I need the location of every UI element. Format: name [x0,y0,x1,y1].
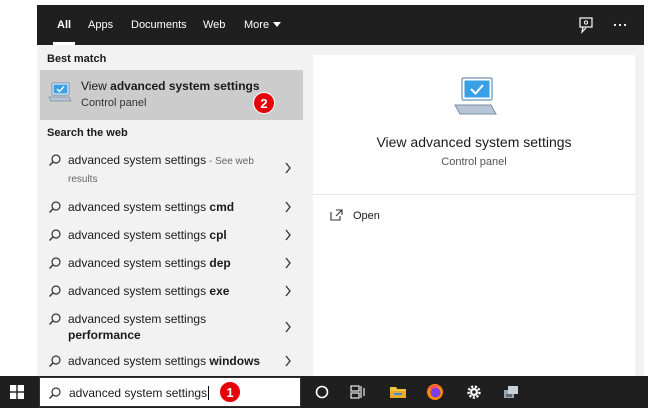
web-result-text: advanced system settings cpl [68,227,268,243]
web-result-suffix: exe [209,284,230,298]
web-result-query: advanced system settings [68,153,207,167]
search-value: advanced system settings [69,386,208,400]
best-match-title: View advanced system settings [81,79,260,93]
more-options-icon[interactable] [611,16,629,34]
best-match-title-bold: advanced system settings [110,79,260,93]
windows-start-icon[interactable] [10,385,24,399]
web-result-item[interactable]: advanced system settings cpl [40,223,303,247]
web-result-query: advanced system settings [68,284,210,298]
chevron-right-icon [285,229,291,241]
open-icon [330,209,343,221]
search-icon [49,257,61,269]
search-icon [49,355,61,367]
search-icon [49,285,61,297]
web-result-text: advanced system settings exe [68,283,268,299]
chevron-down-icon [273,21,282,27]
search-web-header: Search the web [47,127,128,139]
chevron-right-icon [285,257,291,269]
web-result-suffix: cpl [209,228,227,242]
monitor-check-icon [48,82,72,102]
taskbar-search-input[interactable]: advanced system settings [39,377,301,407]
feedback-icon[interactable] [577,16,595,34]
desktop-area-right [644,0,648,376]
web-result-text: advanced system settings performance [68,311,268,343]
windows-search-panel: All Apps Documents Web More Best match V… [37,5,644,376]
firefox-icon[interactable] [425,382,445,402]
text-caret [208,385,210,400]
taskbar: advanced system settings 1 [0,376,648,408]
web-result-item[interactable]: advanced system settings dep [40,251,303,275]
best-match-title-prefix: View [81,79,111,93]
best-match-header: Best match [47,53,107,65]
search-box-text: advanced system settings [69,385,210,401]
search-icon [49,387,61,399]
web-result-item[interactable]: advanced system settings performance [40,307,303,347]
chevron-right-icon [285,201,291,213]
results-list: Best match View advanced system settings… [37,45,305,376]
preview-subtitle: Control panel [441,156,507,168]
tab-apps[interactable]: Apps [88,5,113,45]
task-view-icon[interactable] [348,382,368,402]
preview-title: View advanced system settings [376,134,572,150]
tab-more[interactable]: More [244,5,282,45]
monitor-check-icon [454,77,497,115]
web-result-item[interactable]: advanced system settings windows [40,349,303,373]
open-action-label: Open [353,210,380,222]
chevron-right-icon [285,162,291,174]
web-result-item[interactable]: advanced system settings cmd [40,195,303,219]
web-result-suffix: cmd [209,200,235,214]
step-badge-1: 1 [219,381,241,403]
settings-gear-icon[interactable] [464,382,484,402]
cortana-icon[interactable] [312,382,332,402]
search-icon [49,229,61,241]
chevron-right-icon [285,285,291,297]
web-result-query: advanced system settings [68,256,210,270]
web-result-query: advanced system settings [68,200,210,214]
search-icon [49,313,61,325]
tab-documents[interactable]: Documents [131,5,187,45]
web-result-query: advanced system settings [68,228,210,242]
chevron-right-icon [285,355,291,367]
best-match-subtitle: Control panel [81,97,147,109]
preview-divider [313,194,635,195]
web-result-query: advanced system settings [68,354,210,368]
search-icon [49,154,61,166]
search-icon [49,201,61,213]
preview-pane: View advanced system settings Control pa… [313,55,635,376]
step-badge-2: 2 [253,92,275,114]
web-result-text: advanced system settings dep [68,255,268,271]
tab-all[interactable]: All [52,5,76,45]
web-result-suffix: performance [68,328,141,342]
web-result-suffix: windows [209,354,261,368]
web-result-text: advanced system settings cmd [68,199,268,215]
web-result-text: advanced system settings - See web resul… [68,152,268,188]
chevron-right-icon [285,321,291,333]
desktop-area-left [0,0,37,376]
web-result-item[interactable]: advanced system settings exe [40,279,303,303]
web-result-query: advanced system settings [68,312,207,326]
web-result-suffix: dep [209,256,231,270]
tab-web[interactable]: Web [203,5,225,45]
tab-more-label: More [244,19,270,31]
web-result-item[interactable]: advanced system settings - See web resul… [40,148,303,188]
file-explorer-icon[interactable] [388,382,408,402]
web-result-text: advanced system settings windows [68,353,268,369]
system-icon[interactable] [501,382,521,402]
search-tabbar: All Apps Documents Web More [37,5,644,45]
